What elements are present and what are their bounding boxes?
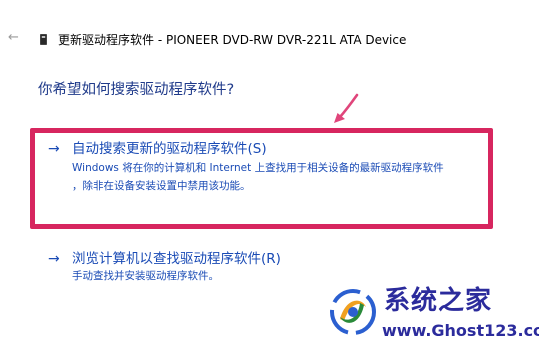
browse-computer-desc: 手动查找并安装驱动程序软件。 [72,270,219,282]
title-bar: ← 更新驱动程序软件 - PIONEER DVD-RW DVR-221L ATA… [0,0,539,70]
watermark: 系统之家 www.Ghost123.com [330,283,539,348]
page-heading: 你希望如何搜索驱动程序软件? [38,82,235,98]
auto-search-desc-line1: Windows 将在你的计算机和 Internet 上查找用于相关设备的最新驱动… [72,162,444,174]
annotation-arrow-icon [334,93,359,123]
window-title: 更新驱动程序软件 - PIONEER DVD-RW DVR-221L ATA D… [58,33,407,47]
arrow-right-icon: → [48,141,60,157]
watermark-name: 系统之家 [384,286,493,316]
back-arrow-icon[interactable]: ← [8,31,19,44]
watermark-logo-icon [330,289,376,335]
auto-search-title[interactable]: 自动搜索更新的驱动程序软件(S) [72,140,267,158]
auto-search-desc-line2: ，除非在设备安装设置中禁用该功能。 [72,180,251,192]
browse-computer-title[interactable]: 浏览计算机以查找驱动程序软件(R) [72,250,281,268]
watermark-url: www.Ghost123.com [382,321,539,340]
arrow-right-icon: → [48,251,60,267]
device-icon [40,34,47,45]
